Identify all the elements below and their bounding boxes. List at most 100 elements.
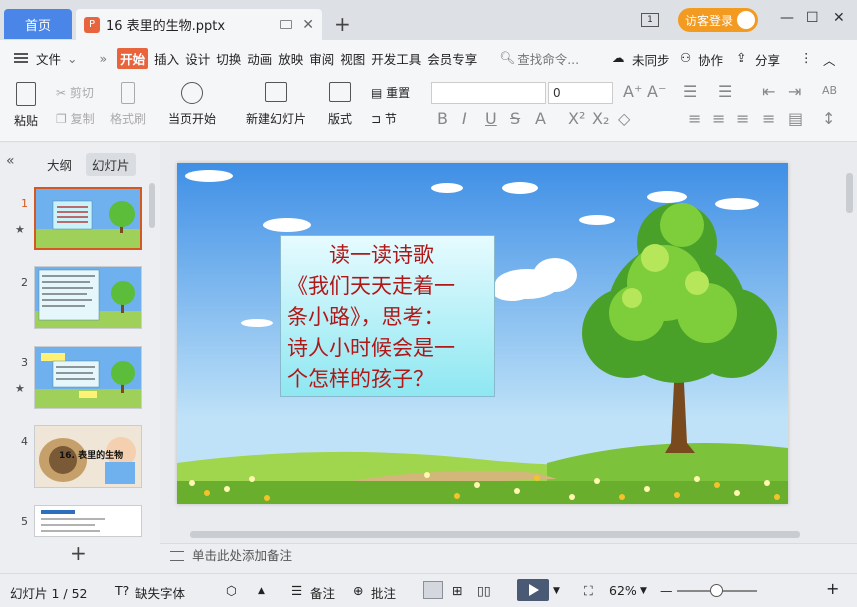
comments-button[interactable]: 批注	[371, 583, 396, 602]
tab-outline[interactable]: 大纲	[47, 155, 72, 174]
slide-thumbnail-2[interactable]: 2	[0, 266, 150, 332]
user-icon: ⚇	[680, 50, 692, 65]
collaborate-button[interactable]: 协作	[698, 50, 723, 69]
new-slide-button[interactable]: 新建幻灯片	[246, 82, 306, 127]
zoom-options-chevron-icon[interactable]: ▼	[640, 586, 647, 596]
normal-view-icon[interactable]	[423, 581, 443, 599]
numbered-list-icon[interactable]: ☰	[718, 82, 732, 101]
subscript-icon[interactable]: X₂	[592, 109, 609, 128]
slide-thumbnail-5[interactable]: 5	[0, 505, 150, 537]
start-from-current-button[interactable]: 当页开始	[168, 82, 216, 127]
menu-developer[interactable]: 开发工具	[371, 49, 421, 68]
superscript-icon[interactable]: X²	[568, 109, 585, 128]
reset-button[interactable]: ▤ 重置	[371, 84, 410, 101]
missing-fonts-button[interactable]: 缺失字体	[135, 583, 185, 602]
menu-animation[interactable]: 动画	[247, 49, 272, 68]
document-tab[interactable]: P 16 表里的生物.pptx ✕	[76, 9, 322, 40]
horizontal-scrollbar[interactable]	[190, 531, 800, 538]
collapse-panel-icon[interactable]: «	[6, 153, 15, 169]
thumbnail-caption: 16. 表里的生物	[59, 451, 124, 461]
slide-thumbnail-3[interactable]: 3 ★	[0, 346, 150, 412]
minimize-icon[interactable]: —	[780, 10, 794, 26]
slide-text-box[interactable]: 读一读诗歌 《我们天天走着一 条小路》，思考： 诗人小时候会是一 个怎样的孩子？	[280, 235, 495, 397]
font-color-icon[interactable]: A	[535, 109, 546, 128]
section-button[interactable]: ⊐ 节	[371, 110, 397, 127]
justify-icon[interactable]: ≡	[762, 109, 775, 128]
increase-font-icon[interactable]: A⁺	[623, 82, 642, 101]
menu-home[interactable]: 开始	[117, 47, 149, 69]
missing-font-icon: T?	[115, 583, 130, 598]
vertical-scrollbar[interactable]	[846, 173, 853, 213]
sync-status[interactable]: 未同步	[632, 50, 670, 69]
home-tab[interactable]: 首页	[4, 9, 72, 39]
zoom-in-icon[interactable]: +	[826, 579, 839, 598]
monitor-icon[interactable]	[280, 20, 293, 29]
slide-thumbnail-1[interactable]: 1 ★	[0, 187, 150, 253]
distribute-icon[interactable]: ▤	[788, 109, 803, 128]
menu-design[interactable]: 设计	[185, 49, 210, 68]
chevron-down-icon[interactable]: ⌄	[67, 51, 77, 66]
line-spacing-icon[interactable]: ↕	[822, 109, 835, 128]
decrease-indent-icon[interactable]: ⇤	[762, 82, 775, 101]
reading-view-icon[interactable]: ▯▯	[477, 583, 491, 598]
align-left-icon[interactable]: ≡	[688, 109, 701, 128]
increase-indent-icon[interactable]: ⇥	[788, 82, 801, 101]
notes-pane[interactable]: 单击此处添加备注	[160, 543, 857, 573]
bold-icon[interactable]: B	[437, 109, 448, 128]
hamburger-icon[interactable]	[14, 53, 28, 63]
add-slide-button[interactable]: +	[70, 541, 87, 565]
strikethrough-icon[interactable]: S	[510, 109, 520, 128]
text-direction-icon[interactable]: AB	[822, 84, 837, 97]
menu-slideshow[interactable]: 放映	[278, 49, 303, 68]
command-search[interactable]: 查找命令...	[517, 49, 579, 68]
decrease-font-icon[interactable]: A⁻	[647, 82, 666, 101]
copy-button[interactable]: ❐ 复制	[56, 110, 95, 127]
menu-member[interactable]: 会员专享	[427, 49, 477, 68]
chevron-up-icon[interactable]: ▲	[258, 586, 265, 596]
slide-sorter-icon[interactable]: ⊞	[452, 583, 462, 598]
menu-file[interactable]: 文件	[36, 49, 61, 68]
slide-thumbnail-4[interactable]: 4 16. 表里的生物	[0, 425, 150, 491]
new-tab-button[interactable]: +	[334, 12, 351, 36]
play-options-chevron-icon[interactable]: ▼	[553, 586, 560, 596]
page-indicator[interactable]: 1	[641, 13, 659, 27]
layout-button[interactable]: 版式	[328, 82, 352, 127]
close-tab-icon[interactable]: ✕	[302, 17, 314, 33]
notes-toggle-button[interactable]: 备注	[310, 583, 335, 602]
search-icon[interactable]: 🔍︎	[499, 50, 515, 66]
menu-insert[interactable]: 插入	[154, 49, 179, 68]
animation-star-icon: ★	[15, 223, 25, 236]
font-size-select[interactable]: 0	[548, 82, 613, 104]
zoom-out-icon[interactable]: —	[660, 583, 673, 598]
align-center-icon[interactable]: ≡	[712, 109, 725, 128]
zoom-level[interactable]: 62%	[609, 583, 637, 598]
close-window-icon[interactable]: ✕	[833, 10, 845, 26]
menu-review[interactable]: 审阅	[309, 49, 334, 68]
bullet-list-icon[interactable]: ☰	[683, 82, 697, 101]
paste-button[interactable]: 粘贴	[14, 82, 38, 129]
maximize-icon[interactable]: ☐	[806, 10, 819, 26]
zoom-slider-handle[interactable]	[710, 584, 723, 597]
slide-number: 1	[21, 197, 28, 210]
italic-icon[interactable]: I	[462, 109, 467, 128]
menu-transition[interactable]: 切换	[216, 49, 241, 68]
font-family-select[interactable]	[431, 82, 546, 104]
notes-icon	[170, 551, 184, 561]
cut-button[interactable]: ✂ 剪切	[56, 84, 94, 101]
collapse-ribbon-icon[interactable]: ︿	[823, 50, 836, 69]
tab-slides[interactable]: 幻灯片	[86, 153, 136, 176]
fit-window-icon[interactable]: ⛶	[584, 583, 593, 599]
clear-format-icon[interactable]: ◇	[618, 109, 630, 128]
slide-canvas[interactable]: 读一读诗歌 《我们天天走着一 条小路》，思考： 诗人小时候会是一 个怎样的孩子？	[177, 163, 788, 504]
login-button[interactable]: 访客登录	[678, 8, 758, 32]
share-button[interactable]: 分享	[755, 50, 780, 69]
menu-view[interactable]: 视图	[340, 49, 365, 68]
format-painter-button[interactable]: 格式刷	[110, 82, 146, 127]
align-right-icon[interactable]: ≡	[736, 109, 749, 128]
cube-icon[interactable]: ⬡	[226, 583, 237, 598]
underline-icon[interactable]: U	[485, 109, 497, 128]
play-slideshow-button[interactable]	[517, 579, 549, 601]
more-icon[interactable]: »	[100, 51, 108, 66]
cloud-icon: ☁	[612, 50, 625, 65]
more-options-icon[interactable]: ⋮	[800, 50, 813, 65]
